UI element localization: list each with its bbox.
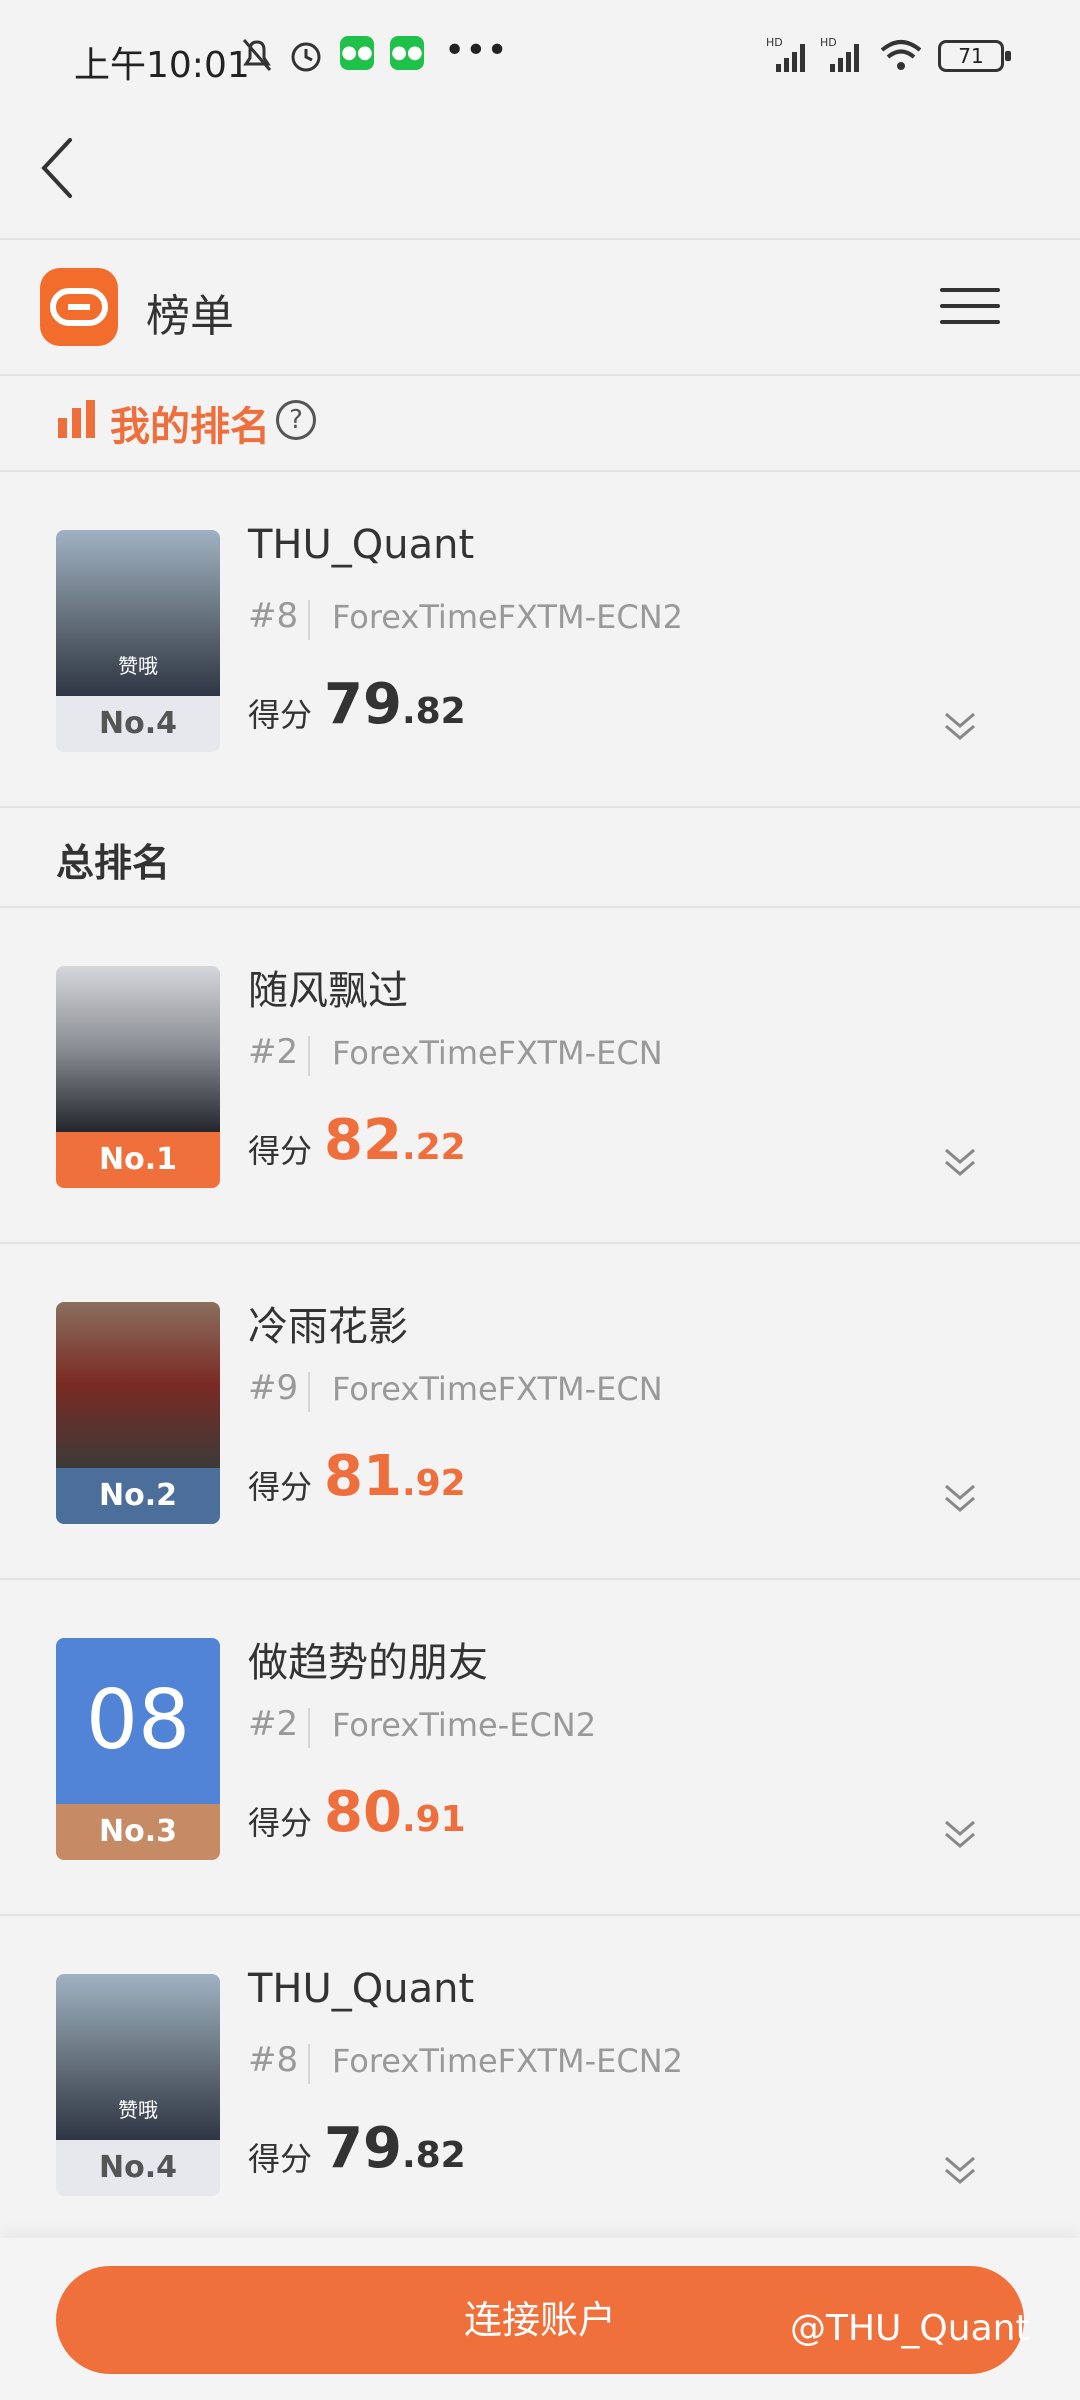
avatar: 赞哦 No.4 — [56, 530, 220, 752]
separator — [308, 1036, 310, 1076]
score-integer: 79 — [324, 2116, 402, 2181]
expand-chevron-icon[interactable] — [940, 1142, 980, 1182]
status-time: 上午10:01 — [74, 45, 250, 86]
more-notifications-icon: ••• — [444, 30, 508, 71]
separator — [308, 1708, 310, 1748]
alarm-icon — [291, 42, 321, 72]
score-label: 得分 — [248, 696, 313, 734]
broker-name: ForexTimeFXTM-ECN — [332, 1370, 663, 1408]
page-title: 榜单 — [146, 291, 234, 342]
rank-tag: No.2 — [56, 1468, 220, 1524]
bar-chart-icon — [58, 400, 95, 438]
svg-text:HD: HD — [820, 36, 837, 49]
expand-chevron-icon[interactable] — [940, 2150, 980, 2190]
ranking-card-2[interactable]: No.2 冷雨花影 #9 ForexTimeFXTM-ECN 得分 81.92 — [0, 1244, 1080, 1578]
battery-icon: 71 — [938, 40, 1011, 72]
rank-tag: No.4 — [56, 2140, 220, 2196]
bottom-bar: 连接账户 @THU_Quant — [0, 2238, 1080, 2400]
account-rank: #2 — [248, 1704, 299, 1744]
ranking-card-1[interactable]: No.1 随风飘过 #2 ForexTimeFXTM-ECN 得分 82.22 — [0, 908, 1080, 1242]
avatar: 08 No.3 — [56, 1638, 220, 1860]
account-rank: #8 — [248, 596, 299, 636]
score-decimal: .82 — [401, 2135, 466, 2176]
expand-chevron-icon[interactable] — [940, 706, 980, 746]
separator — [308, 2044, 310, 2084]
link-logo-icon — [50, 288, 108, 326]
menu-icon[interactable] — [940, 288, 1000, 328]
score-value: 80.91 — [324, 1780, 466, 1845]
avatar-number: 08 — [56, 1638, 220, 1804]
expand-chevron-icon[interactable] — [940, 1478, 980, 1518]
wifi-icon — [880, 40, 922, 70]
user-name: 做趋势的朋友 — [248, 1640, 488, 1686]
avatar-photo — [56, 966, 220, 1132]
score-value: 79.82 — [324, 672, 466, 737]
separator — [308, 1372, 310, 1412]
user-name: THU_Quant — [248, 1966, 475, 2012]
rank-tag: No.4 — [56, 696, 220, 752]
signal-1-icon: HD — [766, 36, 805, 72]
user-name: 冷雨花影 — [248, 1304, 408, 1350]
rank-tag: No.3 — [56, 1804, 220, 1860]
avatar-caption: 赞哦 — [118, 2098, 158, 2122]
wechat-icon-2: ●● — [390, 36, 424, 70]
account-rank: #9 — [248, 1368, 299, 1408]
expand-chevron-icon[interactable] — [940, 1814, 980, 1854]
ranking-card-3[interactable]: 08 No.3 做趋势的朋友 #2 ForexTime-ECN2 得分 80.9… — [0, 1580, 1080, 1914]
mute-bell-icon — [242, 39, 272, 71]
user-name: 随风飘过 — [248, 968, 408, 1014]
score-integer: 82 — [324, 1108, 402, 1173]
rank-tag: No.1 — [56, 1132, 220, 1188]
avatar: 赞哦 No.4 — [56, 1974, 220, 2196]
signal-2-icon: HD — [820, 36, 859, 72]
score-label: 得分 — [248, 1468, 313, 1506]
broker-name: ForexTimeFXTM-ECN2 — [332, 2042, 683, 2080]
broker-name: ForexTimeFXTM-ECN — [332, 1034, 663, 1072]
score-value: 81.92 — [324, 1444, 466, 1509]
account-rank: #8 — [248, 2040, 299, 2080]
score-value: 79.82 — [324, 2116, 466, 2181]
overall-ranking-label: 总排名 — [56, 841, 171, 885]
account-rank: #2 — [248, 1032, 299, 1072]
avatar: No.2 — [56, 1302, 220, 1524]
avatar-caption: 赞哦 — [118, 654, 158, 678]
my-ranking-header: 我的排名 ? — [0, 376, 1080, 470]
score-value: 82.22 — [324, 1108, 466, 1173]
score-integer: 80 — [324, 1780, 402, 1845]
score-label: 得分 — [248, 2140, 313, 2178]
score-integer: 79 — [324, 672, 402, 737]
status-bar: 上午10:01 ●● ●● ••• HD HD 71 — [0, 0, 1080, 120]
score-decimal: .22 — [401, 1127, 466, 1168]
separator — [308, 600, 310, 640]
score-label: 得分 — [248, 1132, 313, 1170]
score-decimal: .91 — [401, 1799, 466, 1840]
user-name: THU_Quant — [248, 522, 475, 568]
score-integer: 81 — [324, 1444, 402, 1509]
avatar-photo — [56, 1302, 220, 1468]
my-ranking-card[interactable]: 赞哦 No.4 THU_Quant #8 ForexTimeFXTM-ECN2 … — [0, 472, 1080, 806]
help-icon[interactable]: ? — [276, 400, 316, 440]
my-ranking-label: 我的排名 — [110, 404, 270, 450]
divider — [0, 806, 1080, 808]
svg-text:HD: HD — [766, 36, 783, 49]
avatar: No.1 — [56, 966, 220, 1188]
broker-name: ForexTimeFXTM-ECN2 — [332, 598, 683, 636]
score-label: 得分 — [248, 1804, 313, 1842]
score-decimal: .82 — [401, 691, 466, 732]
back-arrow-icon[interactable] — [32, 128, 92, 208]
wechat-icon: ●● — [340, 36, 374, 70]
watermark: @THU_Quant — [790, 2308, 1030, 2349]
ranking-card-4[interactable]: 赞哦 No.4 THU_Quant #8 ForexTimeFXTM-ECN2 … — [0, 1916, 1080, 2250]
score-decimal: .92 — [401, 1463, 466, 1504]
app-logo — [40, 268, 118, 346]
ranking-page: 上午10:01 ●● ●● ••• HD HD 71 榜单 我的排名 ? 赞哦 … — [0, 0, 1080, 2400]
broker-name: ForexTime-ECN2 — [332, 1706, 597, 1744]
app-header: 榜单 — [0, 240, 1080, 374]
